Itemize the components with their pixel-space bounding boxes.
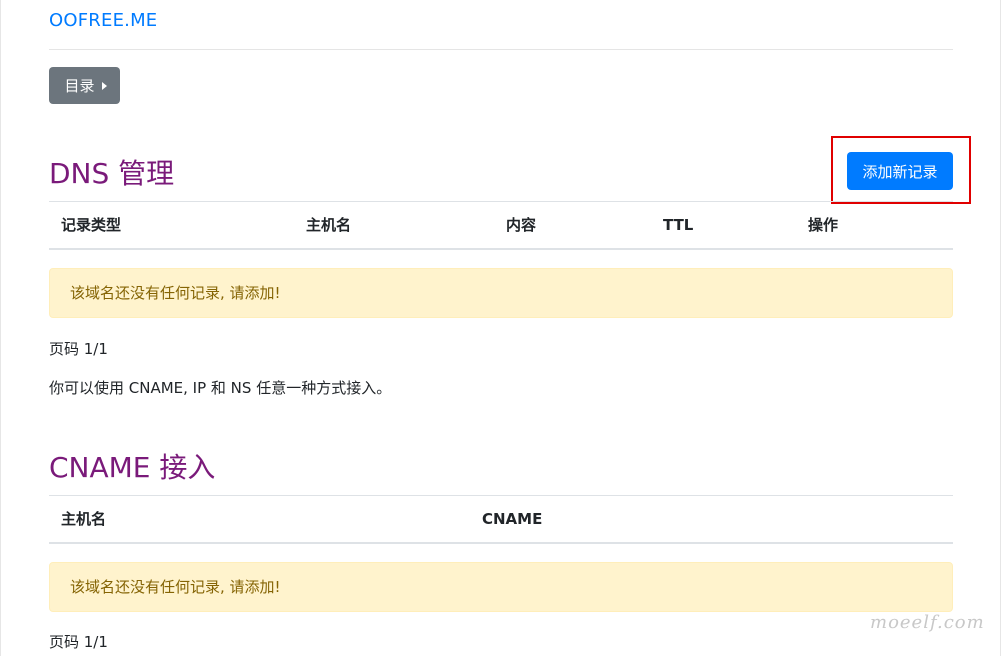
brand-link[interactable]: OOFREE.ME	[49, 10, 157, 31]
add-record-button[interactable]: 添加新记录	[847, 152, 953, 190]
caret-right-icon	[101, 81, 107, 90]
cname-table-header: 主机名 CNAME	[49, 495, 953, 544]
header-divider	[49, 49, 953, 50]
watermark: moeelf.com	[870, 612, 985, 633]
dns-table-header: 记录类型 主机名 内容 TTL 操作	[49, 201, 953, 250]
dns-section-title: DNS 管理	[49, 157, 175, 190]
page-left-border	[0, 0, 1, 656]
column-header-record-type: 记录类型	[61, 216, 122, 234]
column-header-cname: CNAME	[482, 510, 543, 528]
page-right-border	[1000, 0, 1001, 656]
menu-button[interactable]: 目录	[49, 67, 120, 104]
access-hint-text: 你可以使用 CNAME, IP 和 NS 任意一种方式接入。	[49, 379, 392, 397]
cname-pagination: 页码 1/1	[49, 633, 108, 651]
cname-section-title: CNAME 接入	[49, 451, 216, 484]
cname-empty-alert: 该域名还没有任何记录, 请添加!	[49, 562, 953, 612]
column-header-actions: 操作	[808, 216, 839, 234]
menu-button-label: 目录	[64, 77, 95, 95]
dns-empty-alert: 该域名还没有任何记录, 请添加!	[49, 268, 953, 318]
column-header-hostname: 主机名	[306, 216, 352, 234]
column-header-content: 内容	[506, 216, 537, 234]
column-header-hostname: 主机名	[61, 510, 107, 528]
dns-pagination: 页码 1/1	[49, 340, 108, 358]
column-header-ttl: TTL	[663, 216, 694, 234]
